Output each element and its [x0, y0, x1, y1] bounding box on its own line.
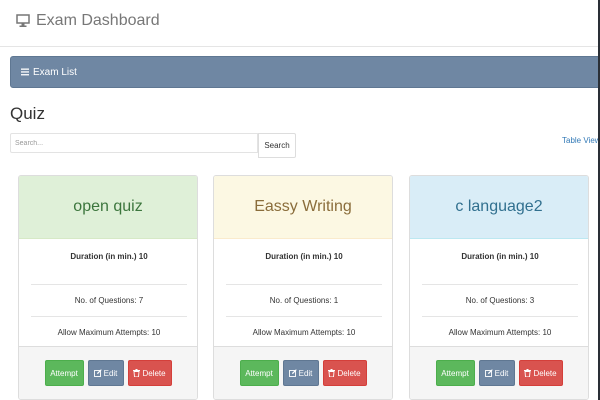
attempt-button[interactable]: Attempt [435, 360, 475, 386]
edit-button[interactable]: Edit [282, 360, 319, 386]
trash-icon [524, 369, 532, 378]
list-icon [21, 68, 29, 76]
pencil-square-icon [484, 369, 493, 377]
edit-label: Edit [298, 368, 313, 378]
attempt-label: Attempt [245, 368, 273, 378]
quiz-card-title[interactable]: c language2 [410, 176, 588, 239]
quiz-card-title[interactable]: open quiz [19, 176, 197, 239]
pencil-square-icon [288, 369, 297, 377]
delete-label: Delete [142, 368, 166, 378]
delete-button[interactable]: Delete [322, 360, 367, 386]
trash-icon [328, 369, 336, 378]
attempt-label: Attempt [50, 368, 78, 378]
top-navbar: Exam Dashboard [0, 0, 600, 47]
quiz-card-actions: Attempt Edit Delete [19, 346, 197, 399]
exam-list-label: Exam List [33, 66, 77, 78]
quiz-card-actions: Attempt Edit Delete [410, 346, 588, 399]
quiz-duration: Duration (in min.) 10 [70, 252, 148, 261]
quiz-card: Eassy Writing Duration (in min.) 10 No. … [213, 175, 393, 400]
quiz-max-attempts: Allow Maximum Attempts: 10 [252, 328, 356, 337]
divider [31, 316, 187, 317]
app-title: Exam Dashboard [36, 12, 160, 29]
quiz-card: open quiz Duration (in min.) 10 No. of Q… [18, 175, 198, 400]
quiz-question-count: No. of Questions: 1 [269, 296, 339, 305]
quiz-max-attempts: Allow Maximum Attempts: 10 [57, 328, 161, 337]
edit-button[interactable]: Edit [478, 360, 515, 386]
edit-button[interactable]: Edit [87, 360, 124, 386]
divider [422, 284, 578, 285]
delete-button[interactable]: Delete [518, 360, 563, 386]
search-input[interactable] [10, 133, 258, 153]
delete-label: Delete [533, 368, 557, 378]
divider [226, 316, 382, 317]
quiz-question-count: No. of Questions: 3 [465, 296, 535, 305]
table-view-link[interactable]: Table View [562, 136, 600, 145]
edit-label: Edit [103, 368, 118, 378]
page-title: Quiz [10, 104, 45, 123]
app-brand[interactable]: Exam Dashboard [16, 12, 160, 30]
quiz-duration: Duration (in min.) 10 [461, 252, 539, 261]
quiz-duration: Duration (in min.) 10 [265, 252, 343, 261]
quiz-question-count: No. of Questions: 7 [74, 296, 144, 305]
attempt-label: Attempt [441, 368, 469, 378]
attempt-button[interactable]: Attempt [44, 360, 84, 386]
quiz-card-title[interactable]: Eassy Writing [214, 176, 392, 239]
trash-icon [133, 369, 141, 378]
divider [31, 284, 187, 285]
divider [226, 284, 382, 285]
quiz-card: c language2 Duration (in min.) 10 No. of… [409, 175, 589, 400]
pencil-square-icon [93, 369, 102, 377]
divider [422, 316, 578, 317]
delete-button[interactable]: Delete [127, 360, 172, 386]
attempt-button[interactable]: Attempt [239, 360, 279, 386]
monitor-icon [16, 14, 30, 28]
delete-label: Delete [337, 368, 361, 378]
quiz-max-attempts: Allow Maximum Attempts: 10 [448, 328, 552, 337]
exam-list-heading: Exam List [10, 56, 600, 88]
edit-label: Edit [494, 368, 509, 378]
search-button[interactable]: Search [258, 133, 296, 158]
quiz-card-actions: Attempt Edit Delete [214, 346, 392, 399]
